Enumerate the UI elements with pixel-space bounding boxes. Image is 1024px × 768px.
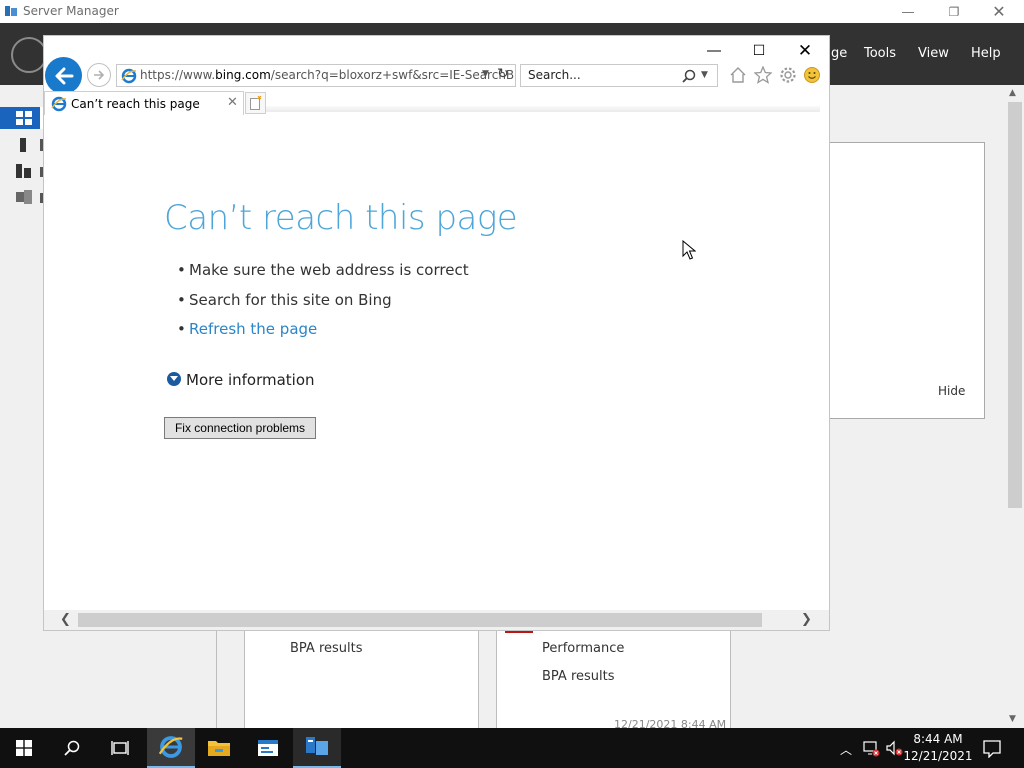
taskbar-clock[interactable]: 8:44 AM 12/21/2021 [900,731,976,765]
favorites-star-icon[interactable] [754,66,772,84]
sm-back-arrow-icon[interactable] [11,37,47,73]
menu-manage[interactable]: ge [831,46,847,61]
task-view-icon [111,741,129,755]
local-server-icon[interactable] [16,138,32,152]
start-button[interactable] [0,728,48,768]
feedback-smiley-icon[interactable] [803,66,821,84]
address-url[interactable]: https://www.bing.com/search?q=bloxorz+sw… [140,68,514,82]
mouse-cursor-icon [682,240,696,260]
role-tile-2: Performance BPA results [496,629,731,728]
forward-arrow-icon[interactable] [87,63,111,87]
home-icon[interactable] [729,66,747,84]
sm-scrollbar-thumb[interactable] [1008,102,1022,508]
restore-icon[interactable]: ❐ [931,0,977,23]
ie-window: ― ☐ ✕ https://www.bing.com/search?q=blox… [44,36,829,630]
sidebar-item-dashboard[interactable] [0,107,44,129]
windows-logo-icon [16,740,32,756]
minimize-icon[interactable]: ― [885,0,931,23]
server-manager-icon [306,737,328,755]
scroll-down-icon[interactable]: ▼ [1009,714,1016,724]
address-bar[interactable]: https://www.bing.com/search?q=bloxorz+sw… [116,64,516,87]
fix-connection-button[interactable]: Fix connection problems [164,417,316,439]
scroll-right-icon[interactable]: ❯ [801,612,812,627]
scroll-left-icon[interactable]: ❮ [60,612,71,627]
new-tab-button[interactable] [245,92,266,114]
dashboard-icon [16,111,32,125]
console-window-icon [258,740,278,756]
close-icon[interactable]: ✕ [976,0,1022,23]
search-box[interactable]: Search... ▼ [520,64,718,87]
welcome-tile [829,142,985,419]
ie-tab-icon [51,96,67,112]
ie-hscroll-thumb[interactable] [78,613,762,627]
hide-welcome-link[interactable]: Hide [938,384,965,398]
notifications-icon[interactable] [983,740,1001,758]
menu-view[interactable]: View [918,46,949,61]
server-manager-title: Server Manager [23,4,119,18]
clock-date: 12/21/2021 [903,749,973,763]
show-hidden-icons[interactable]: ︿ [840,741,852,758]
new-tab-icon [250,96,262,110]
server-manager-titlebar [0,0,1024,23]
search-dropdown-icon[interactable]: ▼ [701,70,708,80]
taskbar-server-manager[interactable] [293,728,341,768]
expand-chevron-icon[interactable] [167,372,181,386]
ie-maximize-icon[interactable]: ☐ [736,36,782,66]
more-information-toggle[interactable]: More information [186,371,315,389]
taskbar-app-3[interactable] [244,728,292,768]
folder-icon [208,741,230,756]
suggestion-check-address: Make sure the web address is correct [177,261,469,279]
suggestion-search-bing: Search for this site on Bing [177,291,392,309]
search-icon[interactable] [682,69,696,83]
back-arrow-icon[interactable] [45,57,82,94]
server-manager-app-icon [5,6,17,16]
refresh-icon[interactable]: ↻ [497,66,509,82]
network-icon[interactable] [862,739,880,757]
search-icon [64,740,80,756]
refresh-page-item: Refresh the page [177,320,317,338]
performance-label[interactable]: Performance [542,641,624,656]
page-title: Can’t reach this page [164,198,518,238]
tab-cant-reach[interactable]: Can’t reach this page ✕ [44,91,244,115]
settings-gear-icon[interactable] [779,66,797,84]
ie-close-icon[interactable]: ✕ [782,36,828,66]
file-storage-icon[interactable] [16,190,32,204]
tab-title: Can’t reach this page [71,97,200,111]
taskbar-internet-explorer[interactable] [147,728,195,768]
scroll-up-icon[interactable]: ▲ [1009,88,1016,98]
clock-time: 8:44 AM [913,732,963,746]
tab-close-icon[interactable]: ✕ [227,95,238,110]
refresh-page-link[interactable]: Refresh the page [189,320,317,338]
role-tile-1: BPA results [244,629,479,728]
taskbar-file-explorer[interactable] [195,728,243,768]
tab-strip-line [266,106,820,112]
bpa-results-label[interactable]: BPA results [290,641,363,656]
all-servers-icon[interactable] [16,164,32,178]
menu-help[interactable]: Help [971,46,1001,61]
sm-sidebar [0,85,44,728]
search-taskbar-button[interactable] [48,728,96,768]
ie-page-icon [121,68,137,84]
address-dropdown-icon[interactable]: ▼ [482,69,489,79]
bpa-results-label[interactable]: BPA results [542,669,615,684]
search-input[interactable]: Search... [528,68,581,82]
task-view-button[interactable] [96,728,144,768]
menu-tools[interactable]: Tools [864,46,896,61]
internet-explorer-icon [159,736,183,758]
ie-minimize-icon[interactable]: ― [691,36,737,66]
